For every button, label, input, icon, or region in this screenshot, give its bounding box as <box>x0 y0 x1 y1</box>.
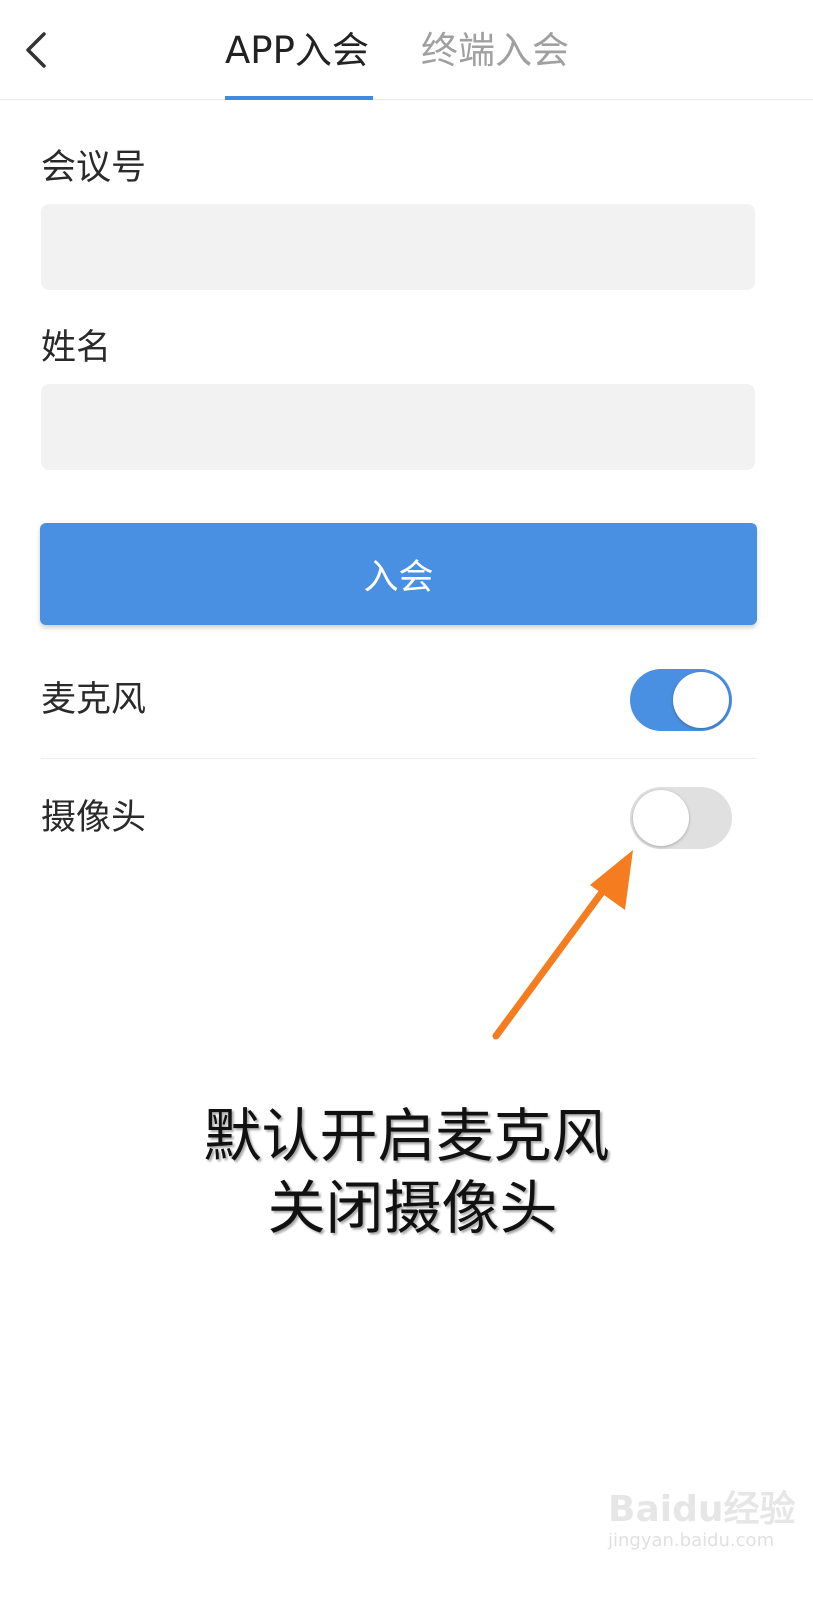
meeting-id-label: 会议号 <box>41 148 147 188</box>
chevron-left-icon <box>26 32 46 68</box>
watermark-url: jingyan.baidu.com <box>608 1530 775 1551</box>
toggle-knob <box>633 790 689 846</box>
divider <box>41 758 757 759</box>
toggle-knob <box>673 672 729 728</box>
tab-terminal-join[interactable]: 终端入会 <box>421 28 573 100</box>
microphone-label: 麦克风 <box>41 680 147 720</box>
annotation-line-1: 默认开启麦克风 <box>203 1102 610 1170</box>
meeting-id-input[interactable] <box>41 204 755 290</box>
name-input[interactable] <box>41 384 755 470</box>
watermark-logo: Baidu经验 <box>608 1489 796 1530</box>
annotation-caption: 默认开启麦克风 关闭摄像头 <box>0 1100 813 1244</box>
top-bar: APP入会 终端入会 <box>0 0 813 100</box>
join-meeting-button[interactable]: 入会 <box>40 523 757 625</box>
active-tab-indicator <box>225 96 373 100</box>
camera-label: 摄像头 <box>41 798 147 838</box>
tab-app-join[interactable]: APP入会 <box>225 28 373 100</box>
annotation-line-2: 关闭摄像头 <box>267 1174 558 1242</box>
watermark: Baidu经验 jingyan.baidu.com <box>608 1480 795 1566</box>
name-label: 姓名 <box>41 328 112 368</box>
back-button[interactable] <box>16 26 60 74</box>
join-meeting-screen: APP入会 终端入会 会议号 姓名 入会 麦克风 摄像头 默认开启麦克风 关闭摄… <box>0 0 813 1600</box>
microphone-toggle[interactable] <box>630 669 732 731</box>
orange-arrow-icon <box>492 850 633 1040</box>
